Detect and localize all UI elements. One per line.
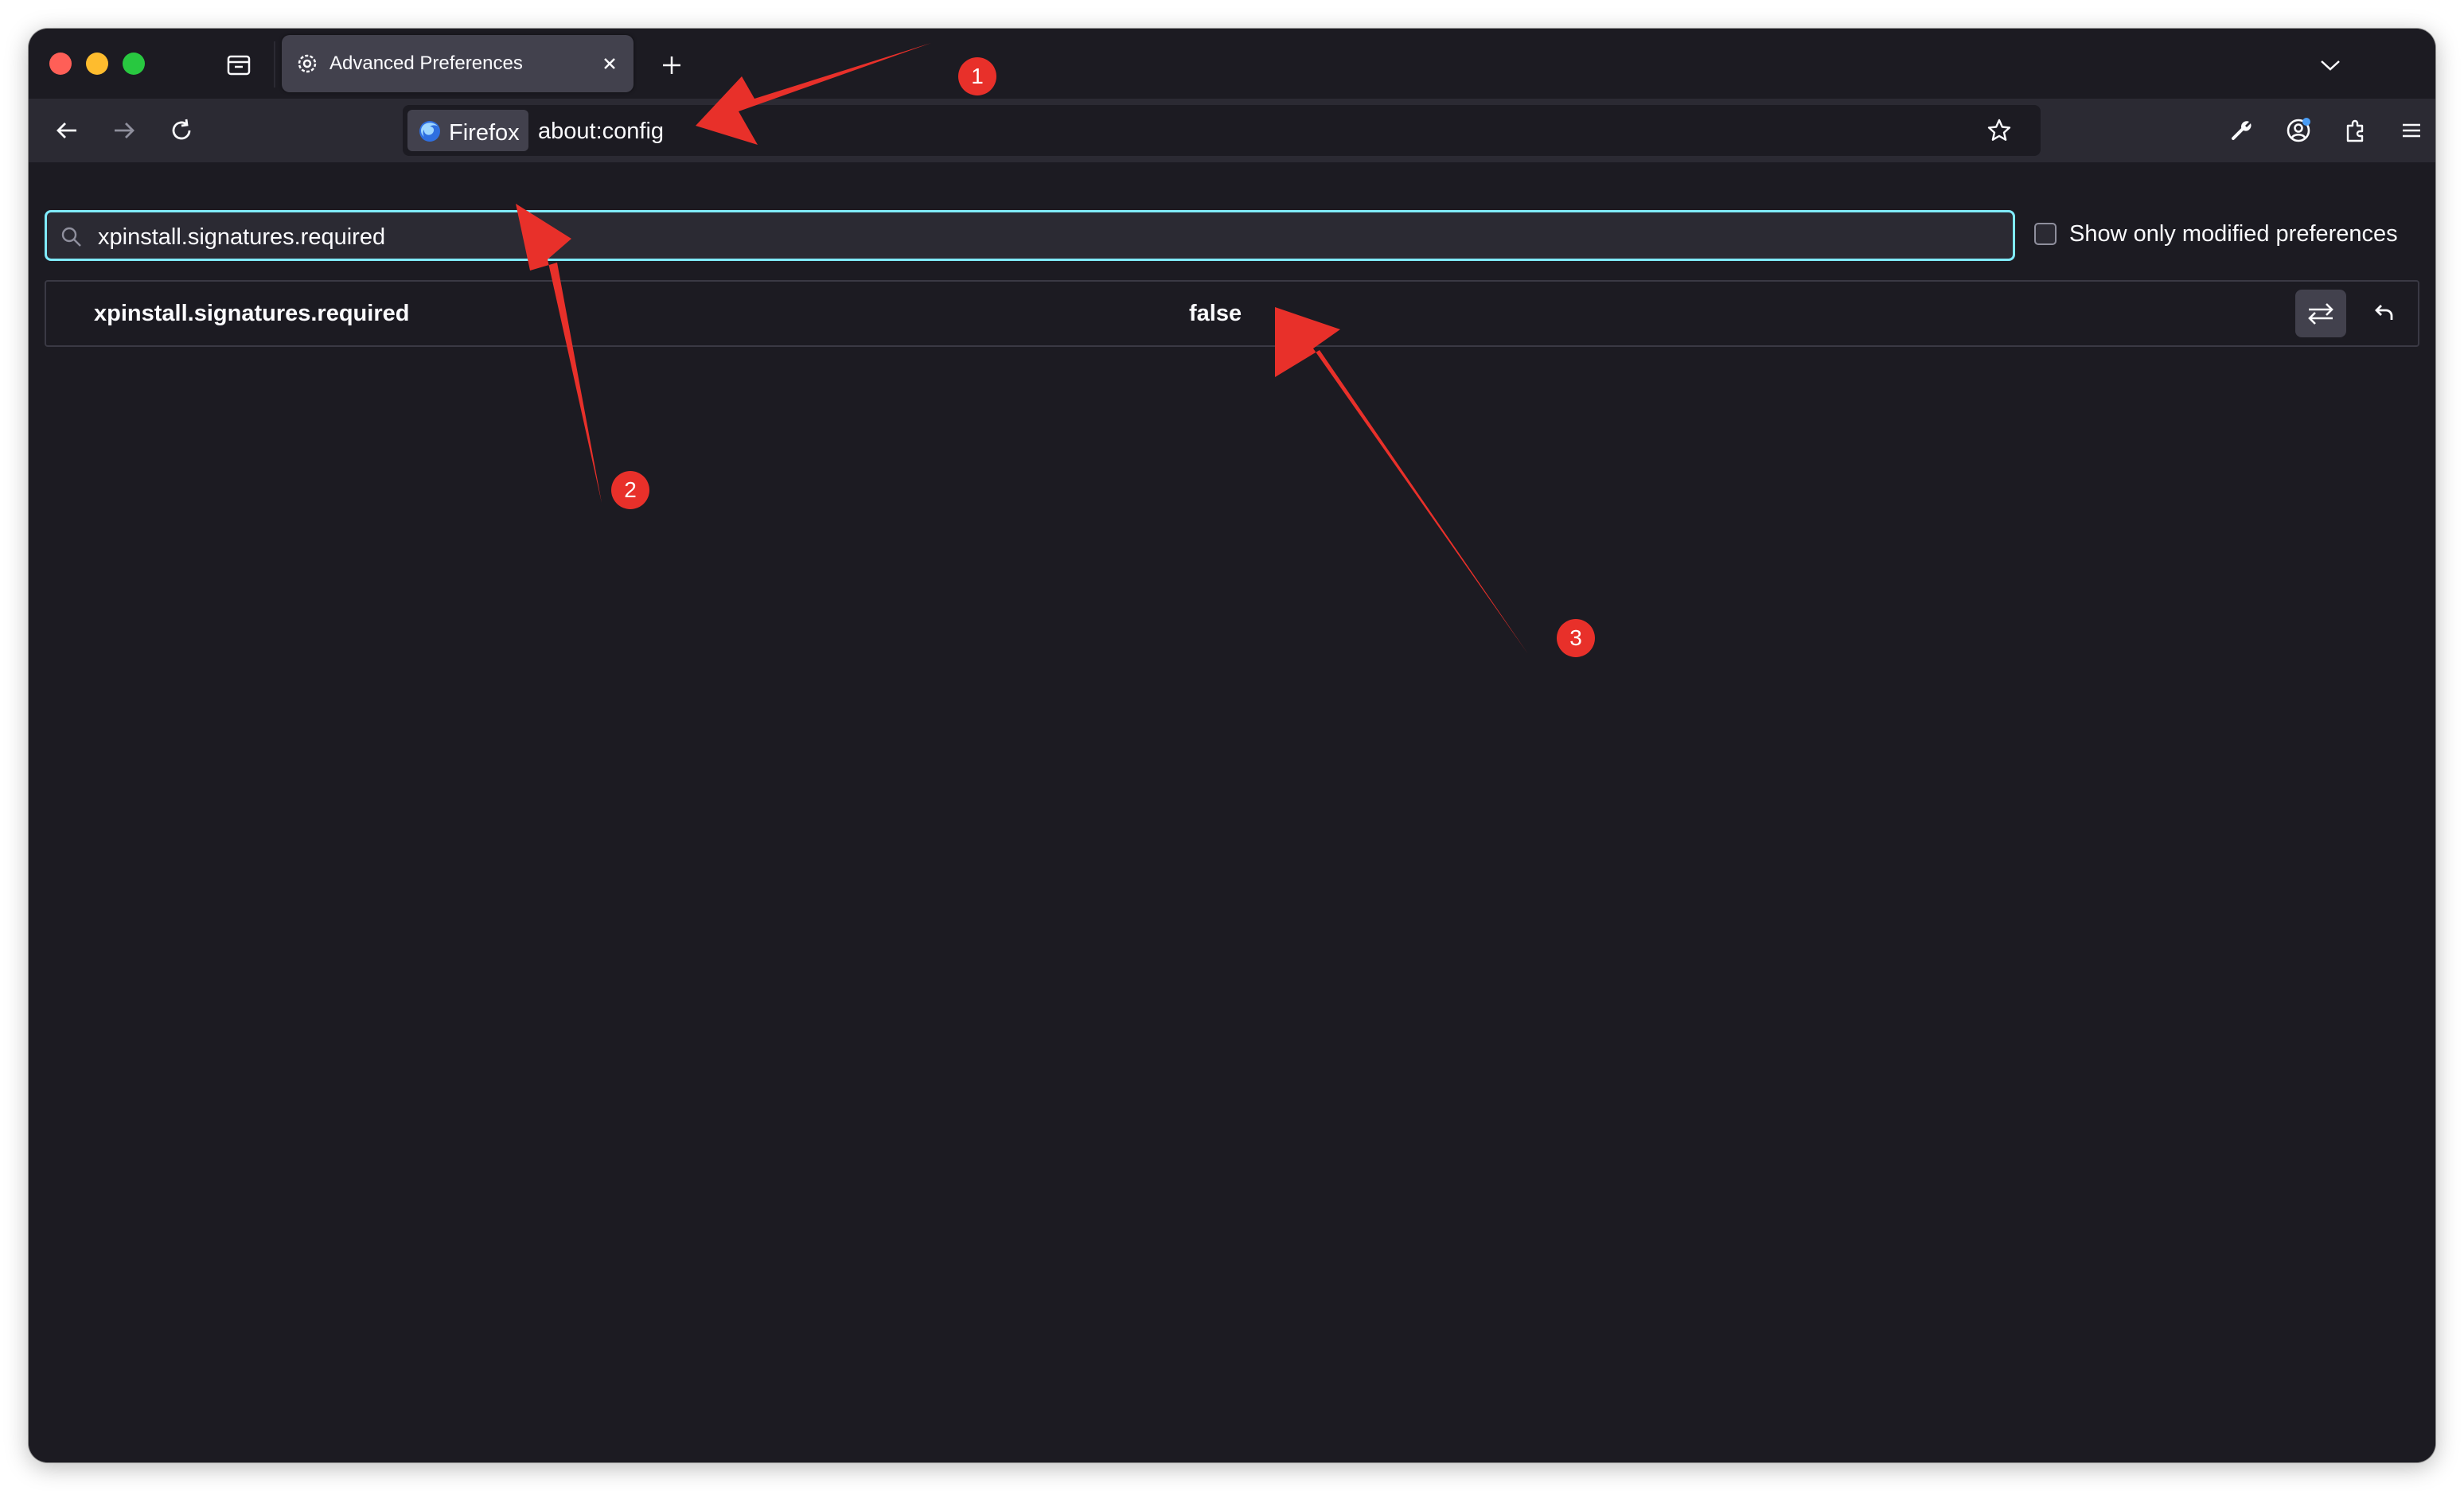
tab-title: Advanced Preferences	[329, 53, 523, 74]
show-modified-checkbox[interactable]	[2034, 223, 2057, 245]
application-menu-button[interactable]	[2389, 108, 2434, 153]
plus-icon	[663, 56, 680, 74]
toggle-icon	[2308, 303, 2333, 325]
preference-value[interactable]: false	[1189, 301, 1242, 327]
identity-box[interactable]: Firefox	[407, 110, 528, 151]
annotation-badge-1: 1	[958, 57, 996, 95]
settings-gear-icon	[298, 54, 317, 73]
tab-strip: Advanced Preferences	[29, 29, 2435, 99]
firefox-logo-icon	[419, 121, 440, 142]
browser-window: Advanced Preferences Firefox about:confi…	[29, 29, 2435, 1462]
firefox-view-button[interactable]	[220, 46, 258, 84]
reload-button[interactable]	[159, 108, 204, 153]
forward-arrow-icon	[115, 123, 135, 138]
hamburger-menu-icon	[2403, 123, 2420, 138]
account-icon	[2287, 118, 2310, 142]
extensions-button[interactable]	[2333, 108, 2378, 153]
developer-tools-button[interactable]	[2219, 108, 2263, 153]
reset-icon	[2375, 305, 2393, 320]
close-icon	[604, 58, 615, 69]
url-text[interactable]: about:config	[538, 119, 664, 145]
window-maximize-button[interactable]	[123, 53, 145, 75]
show-modified-label[interactable]: Show only modified preferences	[2069, 221, 2398, 247]
tab-advanced-preferences[interactable]: Advanced Preferences	[282, 35, 634, 92]
annotation-badge-3: 3	[1557, 619, 1595, 657]
window-minimize-button[interactable]	[86, 53, 108, 75]
star-icon	[1987, 119, 2011, 141]
window-close-button[interactable]	[49, 53, 72, 75]
search-input-value: xpinstall.signatures.required	[98, 224, 386, 250]
back-arrow-icon	[57, 123, 76, 138]
chevron-down-icon	[2321, 60, 2340, 71]
search-icon	[61, 227, 81, 247]
preference-row: xpinstall.signatures.required false	[45, 280, 2419, 347]
preference-search-input[interactable]: xpinstall.signatures.required	[45, 210, 2015, 261]
wrench-icon	[2232, 121, 2252, 140]
forward-button[interactable]	[102, 108, 146, 153]
annotation-badge-2: 2	[611, 471, 649, 509]
tab-strip-separator	[274, 41, 275, 88]
url-bar[interactable]: Firefox about:config	[403, 105, 2041, 156]
tab-list-icon	[227, 55, 251, 76]
reload-icon	[172, 119, 191, 140]
navigation-toolbar: Firefox about:config	[29, 99, 2435, 162]
account-button[interactable]	[2276, 108, 2321, 153]
reset-preference-button[interactable]	[2357, 290, 2408, 337]
new-tab-button[interactable]	[653, 46, 691, 84]
bookmark-star-button[interactable]	[1979, 110, 2020, 151]
toggle-preference-button[interactable]	[2295, 290, 2346, 337]
identity-label: Firefox	[449, 120, 520, 146]
about-config-page: xpinstall.signatures.required Show only …	[29, 162, 2435, 1462]
extensions-icon	[2346, 119, 2364, 142]
back-button[interactable]	[45, 108, 89, 153]
tab-close-button[interactable]	[595, 49, 624, 78]
list-all-tabs-button[interactable]	[2311, 46, 2349, 84]
preference-name: xpinstall.signatures.required	[94, 301, 410, 326]
